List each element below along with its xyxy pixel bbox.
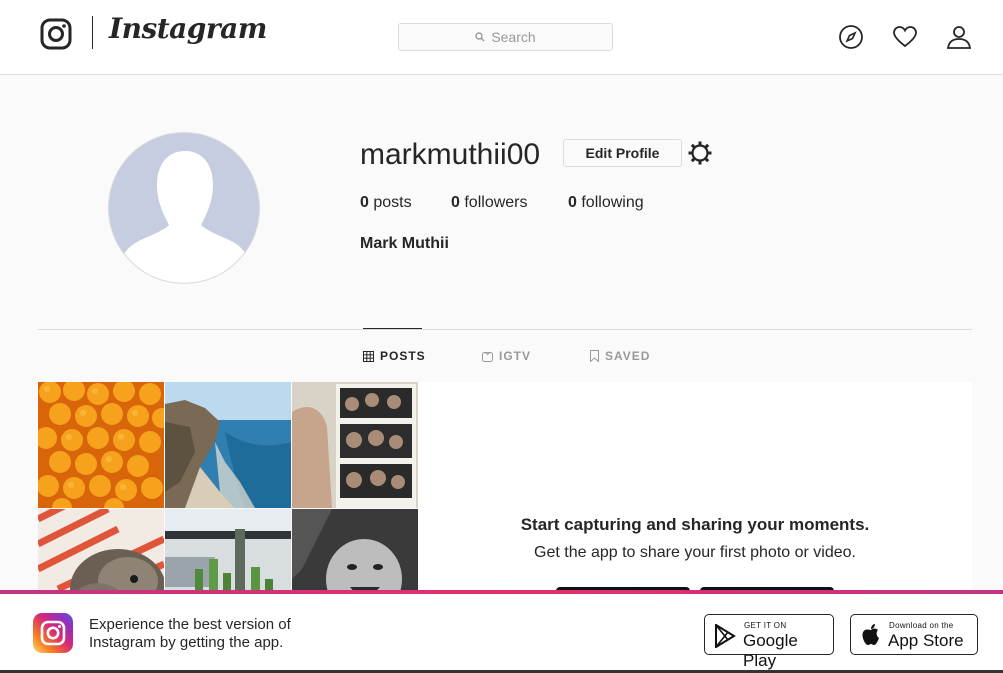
instagram-wordmark[interactable]: Instagram [109,12,267,45]
google-play-icon [715,624,736,648]
stat-followers[interactable]: 0 followers [451,194,528,212]
instagram-app-icon [33,613,73,653]
stat-following-label: following [581,194,644,211]
photo-oranges [38,382,164,508]
settings-gear-icon[interactable] [688,141,712,165]
stat-followers-count: 0 [451,194,460,211]
igtv-icon [482,351,493,362]
bookmark-icon [590,350,599,362]
stat-following[interactable]: 0 following [568,194,644,212]
logo-divider [92,16,93,49]
profile-username: markmuthii00 [360,138,541,171]
promo-subtitle: Get the app to share your first photo or… [534,544,856,561]
tab-saved-label: SAVED [605,349,651,363]
tab-saved[interactable]: SAVED [590,349,650,363]
search-input[interactable]: Search [398,23,613,51]
instagram-logo-icon[interactable] [40,18,72,50]
explore-icon[interactable] [838,24,864,50]
google-play-button[interactable]: GET IT ON Google Play [704,614,834,670]
photo-baby [292,509,418,592]
tabs-divider [38,329,972,330]
photo-coast [165,382,291,508]
stat-posts-label: posts [373,194,412,211]
tab-posts[interactable]: POSTS [363,349,426,363]
photo-cactus [165,509,291,592]
search-icon [475,32,485,42]
get-app-promo: Start capturing and sharing your moments… [418,382,972,597]
tab-igtv-label: IGTV [499,349,532,363]
avatar[interactable] [108,132,260,284]
photo-dog [38,509,164,592]
banner-message: Experience the best version of Instagram… [89,616,291,651]
google-play-small-text: GET IT ON [744,621,787,630]
tab-igtv[interactable]: IGTV [482,349,531,363]
banner-accent-stripe [0,590,1003,594]
photo-photobooth [292,382,418,508]
app-store-button[interactable]: Download on the App Store [850,614,978,655]
default-avatar-icon [109,133,259,283]
stat-followers-label: followers [464,194,528,211]
apple-icon [862,624,879,645]
profile-full-name: Mark Muthii [360,235,449,252]
stat-posts: 0 posts [360,194,412,212]
grid-icon [363,350,374,362]
edit-profile-button[interactable]: Edit Profile [563,139,682,167]
sample-photo-grid [38,382,418,592]
app-store-small-text: Download on the [889,621,954,630]
stat-posts-count: 0 [360,194,369,211]
tab-posts-label: POSTS [380,349,426,363]
promo-title: Start capturing and sharing your moments… [520,515,870,534]
top-nav: Instagram Search [0,0,1003,75]
google-play-big-text: Google Play [743,631,798,670]
profile-icon[interactable] [946,24,972,50]
search-placeholder: Search [491,29,536,45]
stat-following-count: 0 [568,194,577,211]
activity-heart-icon[interactable] [892,24,918,50]
app-store-big-text: App Store [888,631,964,650]
active-tab-indicator [363,328,422,329]
